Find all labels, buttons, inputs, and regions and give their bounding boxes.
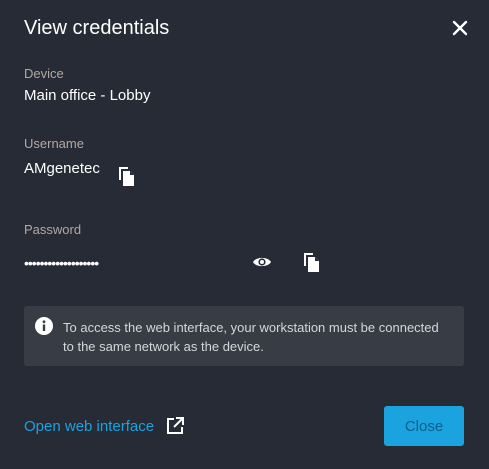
copy-username-icon[interactable] <box>117 165 137 187</box>
info-box: To access the web interface, your workst… <box>24 306 464 366</box>
view-credentials-dialog: View credentials Device Main office - Lo… <box>0 0 489 469</box>
password-label: Password <box>24 222 82 237</box>
external-link-icon <box>167 417 185 434</box>
password-masked-value: ••••••••••••••••••• <box>24 255 99 271</box>
copy-password-icon[interactable] <box>302 251 322 273</box>
open-web-interface-label: Open web interface <box>24 417 155 435</box>
device-value: Main office - Lobby <box>24 87 151 104</box>
username-label: Username <box>24 136 84 151</box>
dialog-title: View credentials <box>24 17 170 39</box>
eye-icon[interactable] <box>252 252 272 272</box>
open-web-interface-link[interactable]: Open web interface <box>24 416 185 436</box>
close-icon[interactable] <box>451 19 469 37</box>
info-icon <box>35 317 53 335</box>
close-button-label: Close <box>404 417 444 435</box>
username-value: AMgenetec <box>24 160 100 177</box>
info-text: To access the web interface, your workst… <box>63 320 439 354</box>
device-label: Device <box>24 66 64 81</box>
close-button[interactable]: Close <box>384 406 464 446</box>
